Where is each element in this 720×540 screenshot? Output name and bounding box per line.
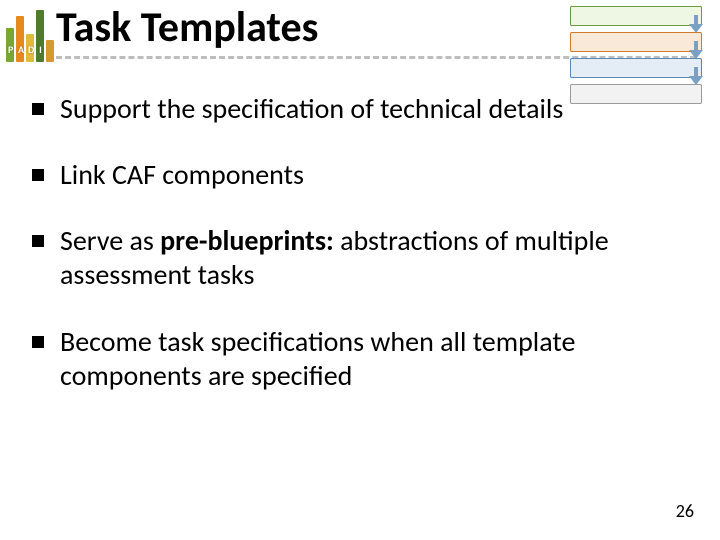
box-green — [570, 6, 702, 26]
slide-title: Task Templates — [56, 2, 318, 53]
bullet-pre: Serve as — [60, 223, 160, 258]
bullet-text: Link CAF components — [60, 158, 304, 192]
logo-letter: A — [18, 43, 26, 56]
bullet-text: Support the specification of technical d… — [60, 92, 563, 126]
bullet-text: Become task specifications when all temp… — [60, 325, 672, 393]
bullet-pre: Link CAF components — [60, 157, 304, 192]
box-orange — [570, 32, 702, 52]
logo-letter: I — [38, 43, 46, 56]
bullet-bold: pre-blueprints: — [160, 223, 334, 258]
logo-letter: P — [8, 43, 16, 56]
bullet-item: Support the specification of technical d… — [32, 92, 672, 126]
page-number: 26 — [676, 500, 694, 522]
bullet-pre: Become task specifications when all temp… — [60, 324, 575, 393]
bullet-mark-icon — [32, 103, 44, 115]
logo-label: P A D I — [8, 43, 46, 56]
box-blue — [570, 58, 702, 78]
bullet-mark-icon — [32, 235, 44, 247]
logo-letter: D — [28, 43, 36, 56]
bullet-mark-icon — [32, 336, 44, 348]
bullet-mark-icon — [32, 169, 44, 181]
bullet-text: Serve as pre-blueprints: abstractions of… — [60, 224, 672, 292]
padi-logo: P A D I — [6, 2, 54, 62]
logo-bar — [46, 40, 54, 62]
bullet-list: Support the specification of technical d… — [32, 92, 672, 425]
bullet-item: Link CAF components — [32, 158, 672, 192]
bullet-item: Serve as pre-blueprints: abstractions of… — [32, 224, 672, 292]
bullet-item: Become task specifications when all temp… — [32, 325, 672, 393]
bullet-pre: Support the specification of technical d… — [60, 91, 563, 126]
slide: P A D I Task Templates Support the speci… — [0, 0, 720, 540]
